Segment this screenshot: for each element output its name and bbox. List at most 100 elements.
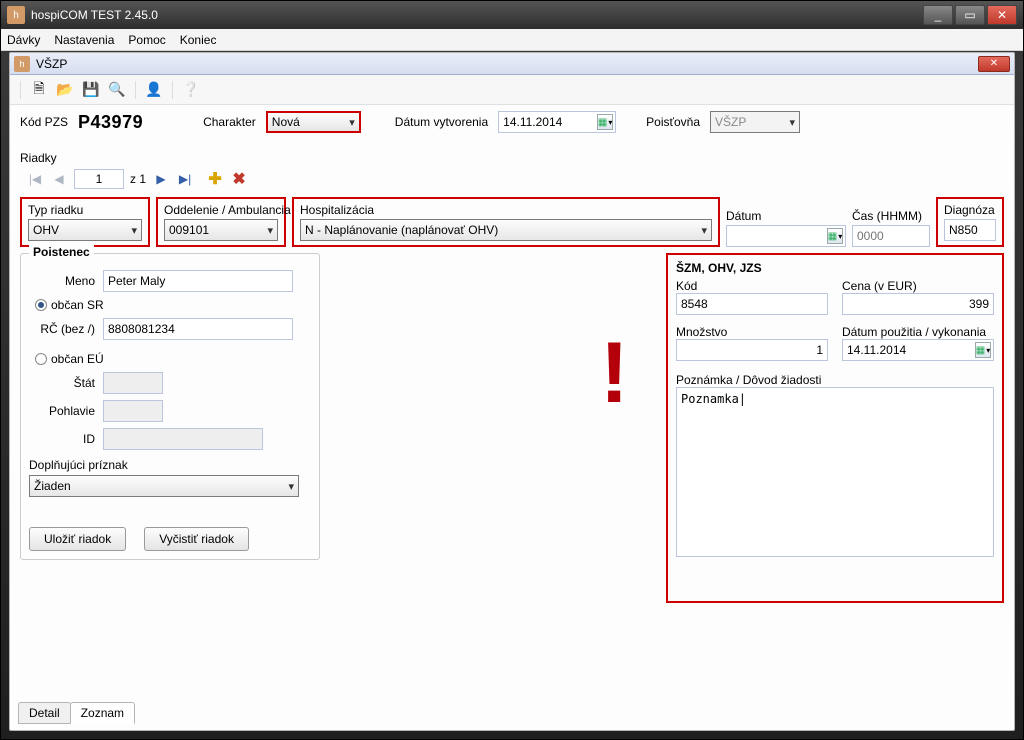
hospitalizacia-value: N - Naplánovanie (naplánovať OHV) (305, 223, 498, 237)
obcan-eu-label: občan EÚ (51, 352, 104, 366)
oddelenie-label: Oddelenie / Ambulancia (164, 203, 278, 217)
typ-riadku-group: Typ riadku OHV (20, 197, 150, 247)
id-label: ID (29, 432, 95, 446)
menu-davky[interactable]: Dávky (7, 33, 40, 47)
doplnujuci-select[interactable]: Žiaden (29, 475, 299, 497)
close-button[interactable]: ✕ (987, 5, 1017, 25)
delete-row-button[interactable]: ✖ (230, 170, 248, 188)
szm-mnozstvo-label: Množstvo (676, 325, 828, 339)
doplnujuci-value: Žiaden (34, 479, 71, 493)
first-page-button[interactable]: |◀ (26, 170, 44, 188)
page-current-input[interactable] (74, 169, 124, 189)
child-window-icon: h (14, 56, 30, 72)
row-fields-bar: Typ riadku OHV Oddelenie / Ambulancia 00… (10, 193, 1014, 253)
new-icon[interactable]: 🗎 (29, 80, 49, 100)
rc-label: RČ (bez /) (29, 322, 95, 336)
cas-input[interactable] (852, 225, 930, 247)
datum-vytvorenia-value: 14.11.2014 (503, 115, 562, 129)
doplnujuci-label: Doplňujúci príznak (29, 458, 311, 472)
meno-input[interactable] (103, 270, 293, 292)
diagnoza-group: Diagnóza (936, 197, 1004, 247)
add-row-button[interactable]: ✚ (206, 170, 224, 188)
app-icon: h (7, 6, 25, 24)
cas-label: Čas (HHMM) (852, 209, 930, 223)
last-page-button[interactable]: ▶| (176, 170, 194, 188)
ulozit-riadok-button[interactable]: Uložiť riadok (29, 527, 126, 551)
hospitalizacia-select[interactable]: N - Naplánovanie (naplánovať OHV) (300, 219, 712, 241)
riadky-label: Riadky (10, 147, 1014, 165)
szm-mnozstvo-input[interactable] (676, 339, 828, 361)
calendar-icon[interactable] (597, 114, 613, 130)
charakter-value: Nová (272, 115, 300, 129)
obcan-eu-radio[interactable]: občan EÚ (35, 352, 311, 366)
hospitalizacia-label: Hospitalizácia (300, 203, 712, 217)
kod-pzs-label: Kód PZS (20, 115, 68, 129)
typ-riadku-value: OHV (33, 223, 59, 237)
szm-cena-input[interactable] (842, 293, 994, 315)
tab-zoznam[interactable]: Zoznam (70, 702, 135, 724)
save-icon[interactable]: 💾 (81, 80, 101, 100)
next-page-button[interactable]: ▶ (152, 170, 170, 188)
szm-datum-pouzitia-label: Dátum použitia / vykonania (842, 325, 994, 339)
diagnoza-input[interactable] (944, 219, 996, 241)
warning-icon: ! (600, 339, 629, 408)
oddelenie-select[interactable]: 009101 (164, 219, 278, 241)
datum-label: Dátum (726, 209, 846, 223)
rc-input[interactable] (103, 318, 293, 340)
stat-input (103, 372, 163, 394)
menu-koniec[interactable]: Koniec (180, 33, 217, 47)
szm-kod-input[interactable] (676, 293, 828, 315)
vycistit-riadok-button[interactable]: Vyčistiť riadok (144, 527, 249, 551)
send-icon[interactable]: 👤 (144, 80, 164, 100)
client-area: h VŠZP ✕ 🗎 📂 💾 🔍 👤 ❔ Kód PZS P43979 Char… (9, 52, 1015, 731)
szm-panel: ŠZM, OHV, JZS Kód Cena (v EUR) Množstvo (666, 253, 1004, 603)
minimize-button[interactable]: _ (923, 5, 953, 25)
stat-label: Štát (29, 376, 95, 390)
diagnoza-label: Diagnóza (944, 203, 996, 217)
obcan-sr-label: občan SR (51, 298, 104, 312)
oddelenie-group: Oddelenie / Ambulancia 009101 (156, 197, 286, 247)
search-icon[interactable]: 🔍 (107, 80, 127, 100)
szm-datum-pouzitia-value: 14.11.2014 (847, 343, 906, 357)
radio-icon (35, 299, 47, 311)
help-icon[interactable]: ❔ (181, 80, 201, 100)
toolbar: 🗎 📂 💾 🔍 👤 ❔ (10, 75, 1014, 105)
maximize-button[interactable]: ▭ (955, 5, 985, 25)
cas-group: Čas (HHMM) (852, 209, 930, 247)
szm-poznamka-textarea[interactable] (676, 387, 994, 557)
hospitalizacia-group: Hospitalizácia N - Naplánovanie (napláno… (292, 197, 720, 247)
typ-riadku-label: Typ riadku (28, 203, 142, 217)
child-close-button[interactable]: ✕ (978, 56, 1010, 72)
prev-page-button[interactable]: ◀ (50, 170, 68, 188)
open-icon[interactable]: 📂 (55, 80, 75, 100)
menu-pomoc[interactable]: Pomoc (128, 33, 165, 47)
window-title: hospiCOM TEST 2.45.0 (31, 8, 158, 22)
szm-cena-label: Cena (v EUR) (842, 279, 994, 293)
szm-title: ŠZM, OHV, JZS (676, 261, 994, 275)
typ-riadku-select[interactable]: OHV (28, 219, 142, 241)
charakter-select[interactable]: Nová (266, 111, 361, 133)
child-window-header: h VŠZP ✕ (10, 53, 1014, 75)
titlebar: h hospiCOM TEST 2.45.0 _ ▭ ✕ (1, 1, 1023, 29)
tab-detail[interactable]: Detail (18, 702, 71, 724)
datum-vytvorenia-label: Dátum vytvorenia (395, 115, 488, 129)
poistenec-legend: Poistenec (29, 245, 94, 259)
oddelenie-value: 009101 (169, 223, 209, 237)
menu-nastavenia[interactable]: Nastavenia (54, 33, 114, 47)
szm-datum-pouzitia-picker[interactable]: 14.11.2014 (842, 339, 994, 361)
page-total-label: z 1 (130, 172, 146, 186)
poistenec-fieldset: Poistenec Meno občan SR RČ (bez /) (20, 253, 320, 560)
pohlavie-input (103, 400, 163, 422)
szm-kod-label: Kód (676, 279, 828, 293)
datum-vytvorenia-picker[interactable]: 14.11.2014 (498, 111, 616, 133)
calendar-icon[interactable] (975, 342, 991, 358)
poistovna-value: VŠZP (715, 115, 746, 129)
kod-pzs-value: P43979 (78, 112, 143, 133)
datum-group: Dátum (726, 209, 846, 247)
calendar-icon[interactable] (827, 228, 843, 244)
datum-picker[interactable] (726, 225, 846, 247)
paginator: |◀ ◀ z 1 ▶ ▶| ✚ ✖ (10, 165, 1014, 193)
bottom-tabs: Detail Zoznam (18, 702, 134, 724)
charakter-label: Charakter (203, 115, 256, 129)
obcan-sr-radio[interactable]: občan SR (35, 298, 311, 312)
